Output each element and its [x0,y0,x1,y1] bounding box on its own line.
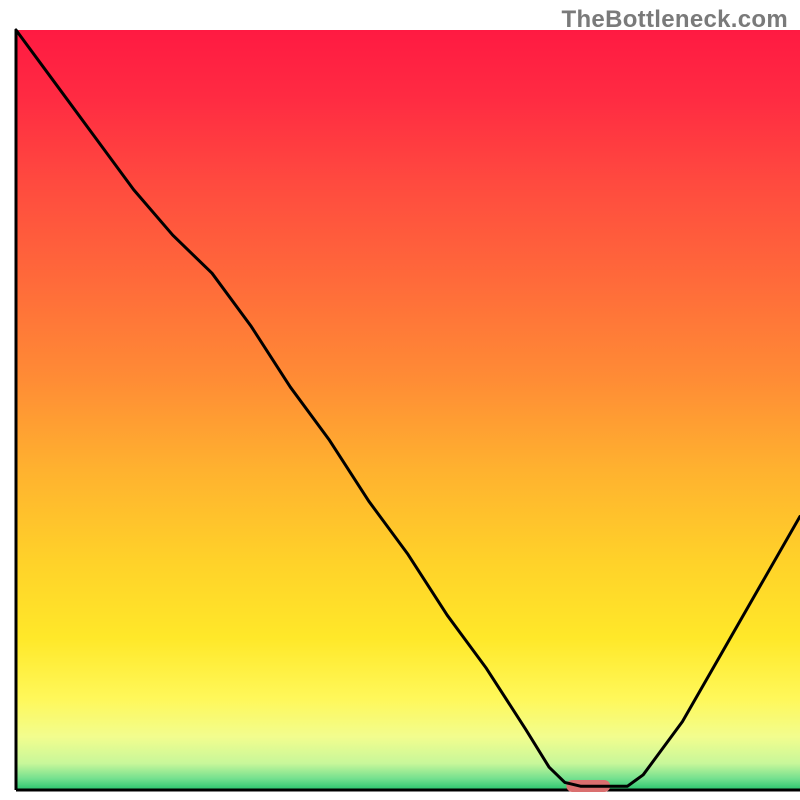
bottleneck-curve-chart [0,0,800,800]
watermark-text: TheBottleneck.com [562,6,788,34]
chart-frame: TheBottleneck.com [0,0,800,800]
plot-background [16,30,800,790]
